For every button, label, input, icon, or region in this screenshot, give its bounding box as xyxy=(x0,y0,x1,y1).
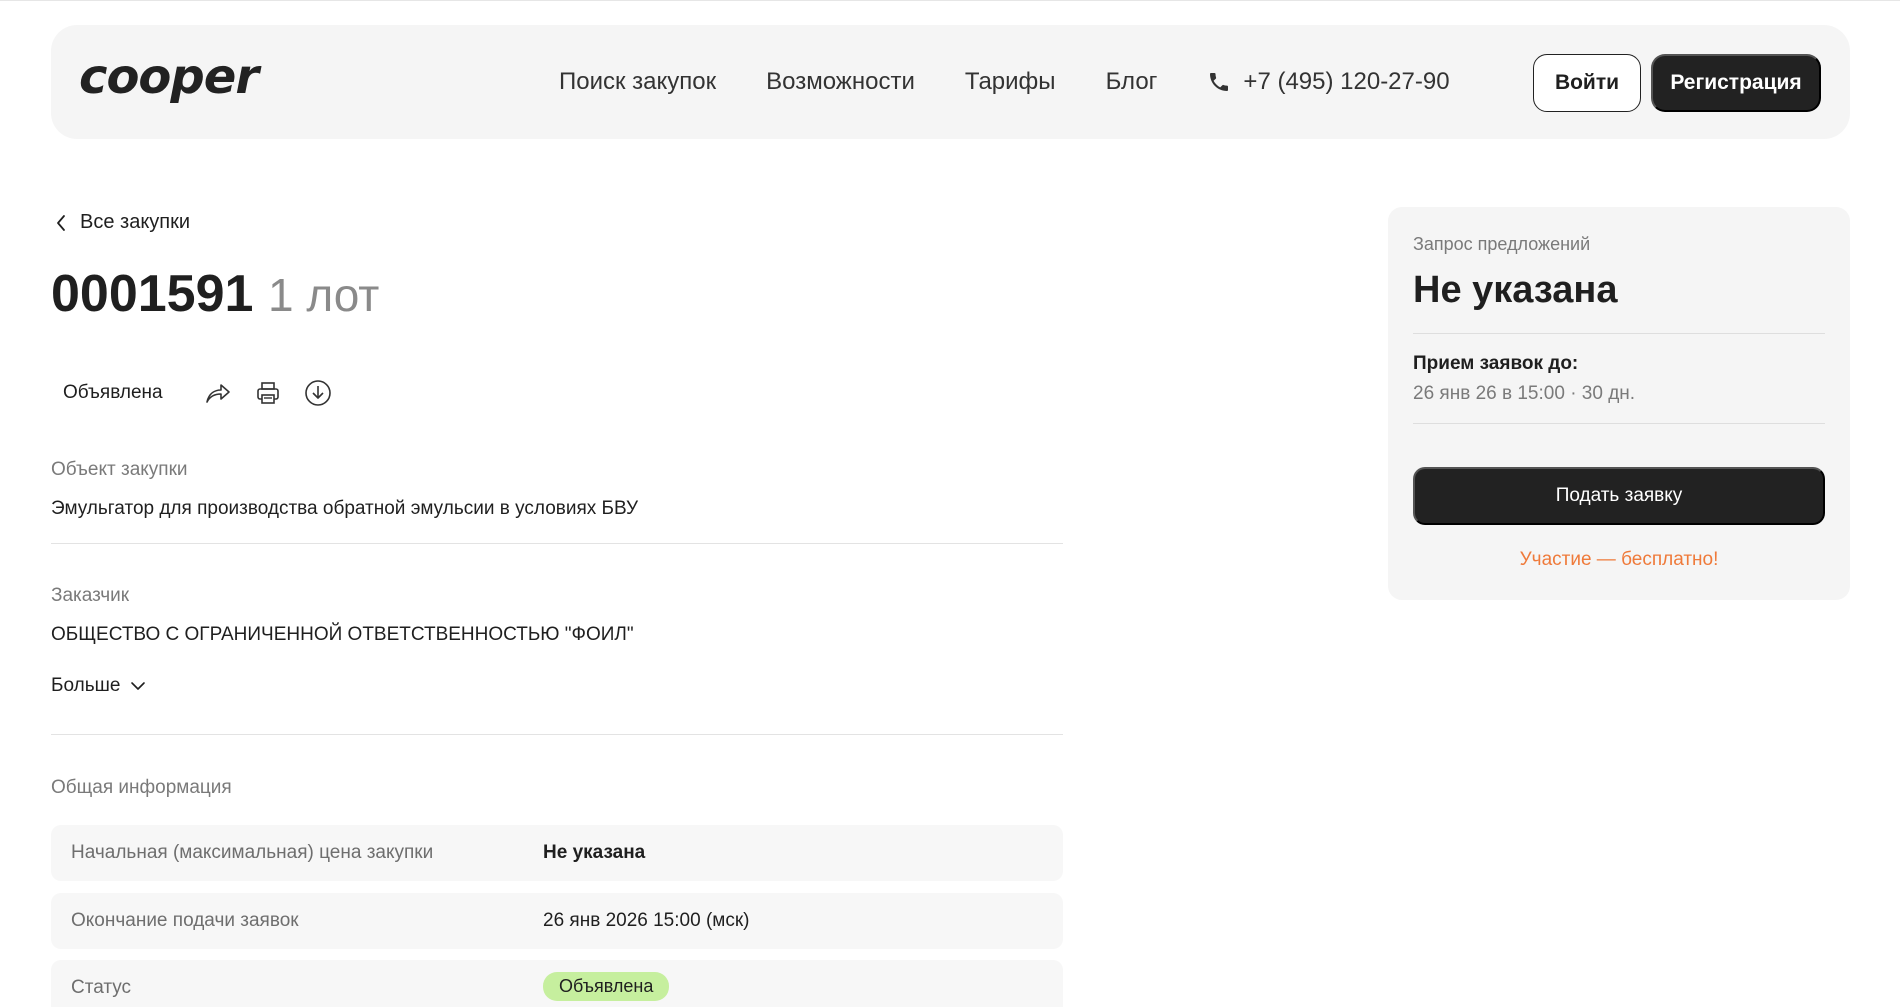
nav-phone-link[interactable]: +7 (495) 120-27-90 xyxy=(1207,68,1450,96)
info-row-status: Статус Объявлена xyxy=(51,960,1063,1007)
more-toggle[interactable]: Больше xyxy=(51,675,146,697)
customer-label: Заказчик xyxy=(51,585,130,606)
divider xyxy=(51,734,1063,735)
status-badge: Объявлена xyxy=(543,972,670,1001)
phone-number: +7 (495) 120-27-90 xyxy=(1243,68,1450,95)
purchase-actions: Объявлена xyxy=(51,378,353,408)
nav-blog[interactable]: Блог xyxy=(1106,68,1158,96)
nav-features[interactable]: Возможности xyxy=(766,68,915,96)
nav-pricing[interactable]: Тарифы xyxy=(965,68,1056,96)
info-key: Окончание подачи заявок xyxy=(71,910,299,931)
lots-count: 1 лот xyxy=(268,269,380,321)
register-button[interactable]: Регистрация xyxy=(1651,54,1821,112)
nav-search-purchases[interactable]: Поиск закупок xyxy=(559,68,716,96)
summary-price: Не указана xyxy=(1413,269,1618,311)
phone-icon xyxy=(1210,73,1229,91)
purchase-summary-card: Запрос предложений Не указана Прием заяв… xyxy=(1388,207,1850,600)
dot-separator: · xyxy=(1570,383,1582,404)
more-label: Больше xyxy=(51,675,121,696)
site-header: cooper Поиск закупок Возможности Тарифы … xyxy=(51,25,1850,139)
customer-value: ОБЩЕСТВО С ОГРАНИЧЕННОЙ ОТВЕТСТВЕННОСТЬЮ… xyxy=(51,624,634,645)
object-value: Эмульгатор для производства обратной эму… xyxy=(51,498,639,519)
login-button[interactable]: Войти xyxy=(1533,54,1641,112)
free-participation-note: Участие — бесплатно! xyxy=(1519,549,1719,570)
info-row-price: Начальная (максимальная) цена закупки Не… xyxy=(51,825,1063,881)
procedure-type: Запрос предложений xyxy=(1413,234,1591,254)
info-value: Не указана xyxy=(543,842,646,863)
info-key: Начальная (максимальная) цена закупки xyxy=(71,842,434,863)
back-to-all-purchases[interactable]: Все закупки xyxy=(56,211,190,234)
divider xyxy=(1413,423,1825,424)
logo[interactable]: cooper xyxy=(79,49,259,105)
print-icon[interactable] xyxy=(253,378,283,408)
general-info-title: Общая информация xyxy=(51,777,232,798)
info-value: 26 янв 2026 15:00 (мск) xyxy=(543,910,750,931)
share-icon[interactable] xyxy=(203,378,233,408)
back-label: Все закупки xyxy=(80,211,191,233)
status-chip: Объявлена xyxy=(63,382,163,403)
deadline-label: Прием заявок до: xyxy=(1413,353,1579,374)
chevron-left-icon xyxy=(57,214,65,231)
object-label: Объект закупки xyxy=(51,459,188,480)
divider xyxy=(51,543,1063,544)
info-key: Статус xyxy=(71,977,132,998)
deadline-days: 30 дн. xyxy=(1581,383,1636,404)
top-border xyxy=(0,0,1900,1)
info-row-deadline: Окончание подачи заявок 26 янв 2026 15:0… xyxy=(51,893,1063,949)
purchase-number: 0001591 xyxy=(51,265,254,323)
main-nav: Поиск закупок Возможности Тарифы Блог +7… xyxy=(559,68,1450,96)
apply-button[interactable]: Подать заявку xyxy=(1413,467,1825,525)
divider xyxy=(1413,333,1825,334)
chevron-down-icon xyxy=(131,682,146,690)
deadline-date: 26 янв 26 в 15:00 xyxy=(1413,383,1565,404)
download-icon[interactable] xyxy=(303,378,333,408)
deadline-value: 26 янв 26 в 15:00 · 30 дн. xyxy=(1413,383,1635,405)
